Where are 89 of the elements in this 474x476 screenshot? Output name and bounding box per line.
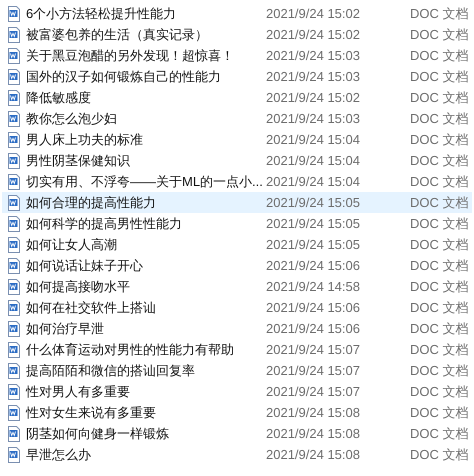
modified-date: 2021/9/24 15:07 xyxy=(266,340,361,359)
file-name: 提高陌陌和微信的搭讪回复率 xyxy=(26,362,196,380)
file-name: 如何治疗早泄 xyxy=(26,320,105,338)
file-name: 性对男人有多重要 xyxy=(26,382,131,401)
modified-date: 2021/9/24 15:06 xyxy=(266,320,361,338)
word-document-icon xyxy=(7,216,21,232)
modified-date: 2021/9/24 15:08 xyxy=(266,404,361,422)
file-type: DOC 文档 xyxy=(410,256,468,275)
modified-date: 2021/9/24 15:02 xyxy=(266,88,361,107)
file-type: DOC 文档 xyxy=(410,68,468,86)
file-name: 性对女生来说有多重要 xyxy=(26,404,157,422)
file-name: 如何在社交软件上搭讪 xyxy=(26,298,157,317)
file-name: 切实有用、不浮夸——关于ML的一点小... xyxy=(26,172,264,191)
file-name: 如何说话让妹子开心 xyxy=(26,256,144,275)
file-type: DOC 文档 xyxy=(410,278,468,296)
file-name: 降低敏感度 xyxy=(26,88,92,107)
file-type: DOC 文档 xyxy=(410,298,468,317)
word-document-icon xyxy=(7,342,21,358)
word-document-icon xyxy=(7,174,21,190)
word-document-icon xyxy=(7,194,21,210)
word-document-icon xyxy=(7,404,21,420)
file-type: DOC 文档 xyxy=(410,172,468,191)
word-document-icon xyxy=(7,426,21,442)
file-name: 如何合理的提高性能力 xyxy=(26,194,157,212)
modified-date: 2021/9/24 15:06 xyxy=(266,256,361,275)
word-document-icon xyxy=(7,300,21,316)
word-document-icon xyxy=(7,90,21,106)
modified-date: 2021/9/24 15:07 xyxy=(266,382,361,401)
file-name: 什么体育运动对男性的性能力有帮助 xyxy=(26,340,235,359)
file-row[interactable]: 如何合理的提高性能力 2021/9/24 15:05 DOC 文档 xyxy=(2,192,472,213)
file-type: DOC 文档 xyxy=(410,46,468,65)
file-type: DOC 文档 xyxy=(410,236,468,254)
word-document-icon xyxy=(7,6,21,22)
file-name: 男性阴茎保健知识 xyxy=(26,152,131,170)
word-document-icon xyxy=(7,68,21,84)
file-type: DOC 文档 xyxy=(410,26,468,44)
file-type: DOC 文档 xyxy=(410,194,468,212)
file-type: DOC 文档 xyxy=(410,214,468,233)
file-name: 阴茎如何向健身一样锻炼 xyxy=(26,424,170,443)
modified-date: 2021/9/24 15:06 xyxy=(266,298,361,317)
word-document-icon xyxy=(7,132,21,148)
modified-date: 2021/9/24 15:02 xyxy=(266,26,361,44)
file-type: DOC 文档 xyxy=(410,110,468,128)
modified-date: 2021/9/24 15:02 xyxy=(266,4,361,23)
file-type: DOC 文档 xyxy=(410,382,468,401)
file-type: DOC 文档 xyxy=(410,4,468,23)
modified-date: 2021/9/24 15:07 xyxy=(266,362,361,380)
word-document-icon xyxy=(7,258,21,274)
modified-date: 2021/9/24 15:04 xyxy=(266,172,361,191)
file-name: 被富婆包养的生活（真实记录） xyxy=(26,26,209,44)
file-type: DOC 文档 xyxy=(410,88,468,107)
modified-date: 2021/9/24 15:04 xyxy=(266,152,361,170)
file-name: 男人床上功夫的标准 xyxy=(26,130,144,149)
file-name: 早泄怎么办 xyxy=(26,446,92,464)
file-name: 教你怎么泡少妇 xyxy=(26,110,118,128)
file-type: DOC 文档 xyxy=(410,362,468,380)
file-type: DOC 文档 xyxy=(410,404,468,422)
modified-date: 2021/9/24 14:58 xyxy=(266,278,361,296)
word-document-icon xyxy=(7,152,21,168)
modified-date: 2021/9/24 15:08 xyxy=(266,446,361,464)
modified-date: 2021/9/24 15:03 xyxy=(266,46,361,65)
word-document-icon xyxy=(7,278,21,294)
modified-date: 2021/9/24 15:05 xyxy=(266,236,361,254)
word-document-icon xyxy=(7,48,21,64)
word-document-icon xyxy=(7,26,21,42)
modified-date: 2021/9/24 15:05 xyxy=(266,214,361,233)
word-document-icon xyxy=(7,320,21,336)
word-document-icon xyxy=(7,110,21,126)
word-document-icon xyxy=(7,446,21,462)
file-name: 关于黑豆泡醋的另外发现！超惊喜！ xyxy=(26,46,235,65)
file-name: 国外的汉子如何锻炼自己的性能力 xyxy=(26,68,222,86)
file-type: DOC 文档 xyxy=(410,152,468,170)
file-type: DOC 文档 xyxy=(410,320,468,338)
modified-date: 2021/9/24 15:03 xyxy=(266,110,361,128)
modified-date: 2021/9/24 15:08 xyxy=(266,424,361,443)
word-document-icon xyxy=(7,384,21,400)
word-document-icon xyxy=(7,236,21,252)
file-type: DOC 文档 xyxy=(410,130,468,149)
word-document-icon xyxy=(7,362,21,378)
modified-date: 2021/9/24 15:05 xyxy=(266,194,361,212)
file-type: DOC 文档 xyxy=(410,424,468,443)
file-name: 6个小方法轻松提升性能力 xyxy=(26,4,178,23)
file-name: 如何提高接吻水平 xyxy=(26,278,131,296)
modified-date: 2021/9/24 15:04 xyxy=(266,130,361,149)
file-name: 如何让女人高潮 xyxy=(26,236,118,254)
file-name: 如何科学的提高男性性能力 xyxy=(26,214,183,233)
file-type: DOC 文档 xyxy=(410,446,468,464)
modified-date: 2021/9/24 15:03 xyxy=(266,68,361,86)
file-type: DOC 文档 xyxy=(410,340,468,359)
